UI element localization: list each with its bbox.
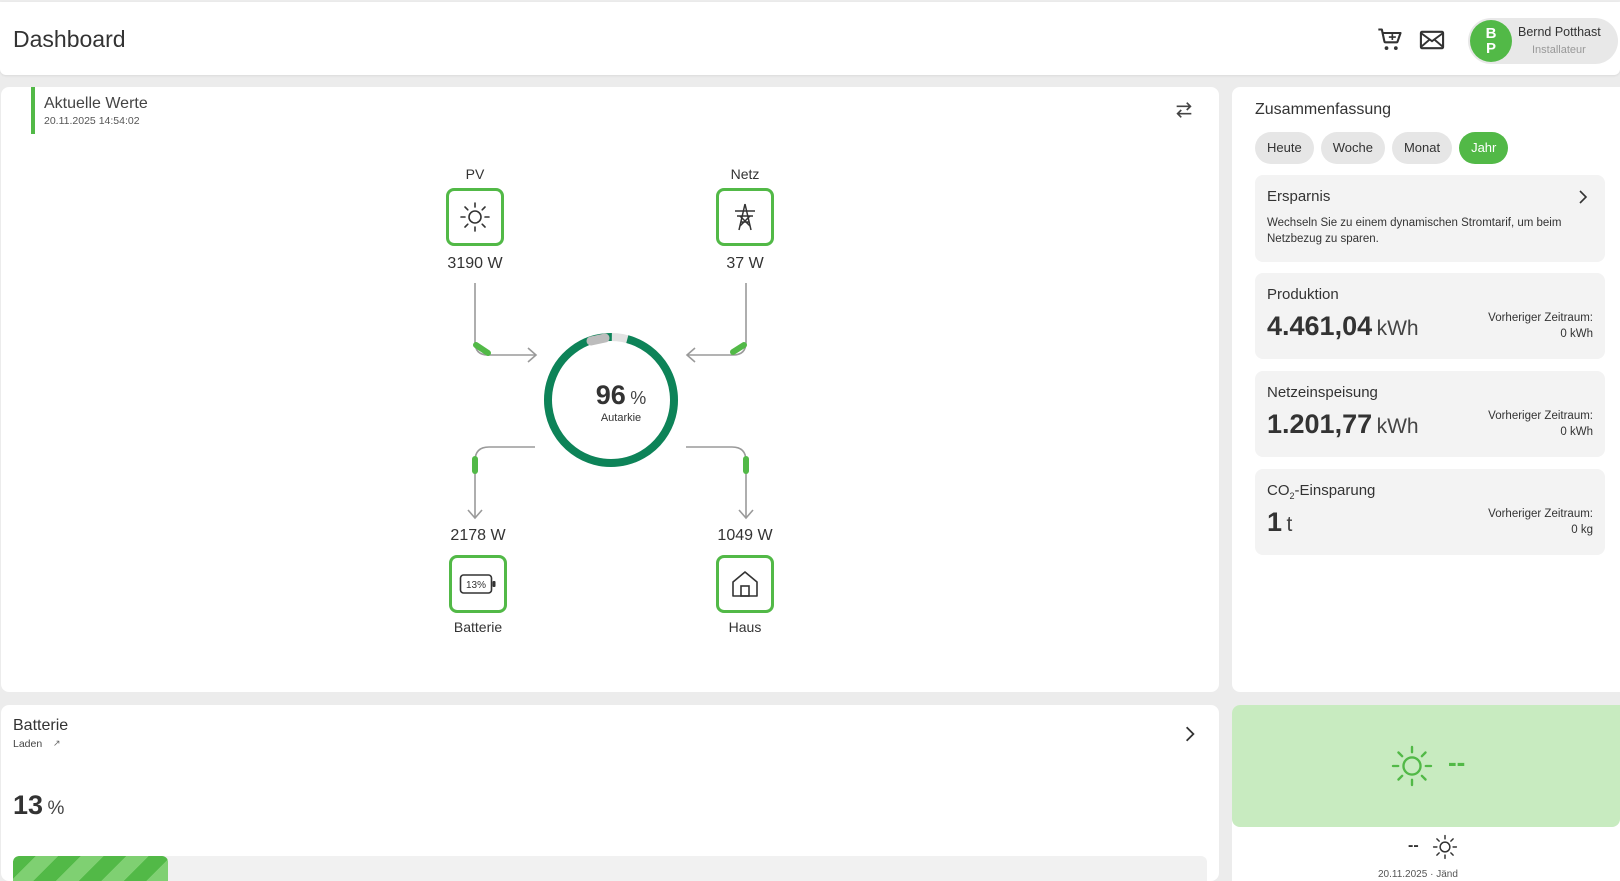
battery-card: Batterie Laden ↗ 13 %	[1, 705, 1219, 881]
summary-card: Zusammenfassung Heute Woche Monat Jahr E…	[1232, 87, 1620, 692]
arrow-up-right-icon: ↗	[53, 738, 61, 748]
sun-icon	[1391, 745, 1433, 787]
pv-label: PV	[465, 166, 485, 182]
flow-line-house	[686, 446, 747, 518]
grid-value: 37 W	[726, 255, 764, 272]
battery-percentage: 13 %	[13, 790, 64, 821]
sun-icon	[1432, 834, 1458, 860]
forecast-highlight: --	[1232, 705, 1620, 827]
production-card: Produktion 4.461,04 kWh Vorheriger Zeitr…	[1255, 273, 1605, 359]
mail-icon[interactable]	[1418, 26, 1446, 54]
house-icon	[732, 571, 758, 597]
production-previous: Vorheriger Zeitraum: 0 kWh	[1488, 310, 1593, 342]
savings-card[interactable]: Ersparnis Wechseln Sie zu einem dynamisc…	[1255, 175, 1605, 262]
user-name: Bernd Potthast	[1518, 25, 1601, 39]
grid-node[interactable]	[716, 188, 774, 246]
autarky-unit: %	[630, 388, 647, 408]
battery-icon-text: 13%	[466, 580, 486, 591]
co2-card: CO2-Einsparung 1 t Vorheriger Zeitraum: …	[1255, 469, 1605, 555]
battery-status: Laden	[13, 738, 43, 750]
avatar-initial-2: P	[1485, 40, 1496, 57]
savings-title: Ersparnis	[1267, 188, 1331, 205]
avatar: B P	[1470, 20, 1512, 62]
feed-in-previous: Vorheriger Zeitraum: 0 kWh	[1488, 408, 1593, 440]
production-prev-label: Vorheriger Zeitraum:	[1488, 312, 1593, 324]
avatar-initial-1: B	[1485, 25, 1497, 42]
power-tower-icon	[735, 203, 755, 231]
battery-number: 13	[13, 790, 44, 820]
feed-in-prev-label: Vorheriger Zeitraum:	[1488, 410, 1593, 422]
chevron-right-icon[interactable]	[1575, 189, 1591, 205]
forecast-date: 20.11.2025 · Jänd	[1378, 869, 1458, 880]
co2-unit: t	[1286, 513, 1293, 536]
forecast-secondary-value: --	[1408, 837, 1419, 854]
co2-title: CO2-Einsparung	[1267, 482, 1375, 501]
autarky-label: Autarkie	[600, 412, 642, 424]
co2-value: 1 t	[1267, 507, 1292, 538]
cart-icon[interactable]	[1376, 26, 1404, 54]
production-value: 4.461,04 kWh	[1267, 311, 1419, 342]
house-label: Haus	[728, 619, 762, 635]
co2-prev-value: 0 kg	[1571, 524, 1593, 536]
battery-flow-value: 2178 W	[450, 527, 506, 544]
pv-node[interactable]	[446, 188, 504, 246]
battery-icon: 13%	[459, 574, 496, 594]
current-values-card: Aktuelle Werte 20.11.2025 14:54:02 PV 31…	[1, 87, 1219, 692]
autarky-value: 96 %	[561, 380, 681, 411]
flow-line-pv	[474, 283, 536, 356]
feed-in-unit: kWh	[1376, 415, 1419, 438]
battery-flow-label: Batterie	[453, 619, 503, 635]
autarky-gauge-marker	[586, 333, 610, 346]
autarky-number: 96	[595, 380, 626, 410]
co2-prev-label: Vorheriger Zeitraum:	[1488, 508, 1593, 520]
period-selector: Heute Woche Monat Jahr	[1255, 132, 1509, 164]
forecast-value: --	[1448, 747, 1466, 777]
feed-in-title: Netzeinspeisung	[1267, 384, 1378, 401]
battery-level-bar	[13, 856, 1207, 881]
battery-level-fill	[13, 856, 169, 881]
user-menu[interactable]: B P Bernd Potthast Installateur	[1468, 18, 1618, 64]
sun-icon	[460, 202, 490, 232]
flow-line-battery	[474, 446, 535, 518]
forecast-card: -- -- 20.11.2025 · Jänd	[1232, 705, 1620, 881]
grid-label: Netz	[730, 166, 760, 182]
co2-number: 1	[1267, 507, 1283, 537]
co2-title-suffix: -Einsparung	[1294, 482, 1376, 499]
feed-in-value: 1.201,77 kWh	[1267, 409, 1419, 440]
house-value: 1049 W	[717, 527, 773, 544]
feed-in-number: 1.201,77	[1267, 409, 1373, 439]
flow-line-grid	[687, 283, 747, 356]
co2-title-prefix: CO	[1267, 482, 1290, 499]
user-role: Installateur	[1532, 44, 1586, 56]
savings-text: Wechseln Sie zu einem dynamischen Stromt…	[1267, 217, 1562, 245]
feed-in-card: Netzeinspeisung 1.201,77 kWh Vorheriger …	[1255, 371, 1605, 457]
period-chip-monat[interactable]: Monat	[1391, 132, 1453, 164]
production-prev-value: 0 kWh	[1560, 328, 1593, 340]
chevron-right-icon[interactable]	[1181, 725, 1199, 743]
production-title: Produktion	[1267, 286, 1339, 303]
feed-in-prev-value: 0 kWh	[1560, 426, 1593, 438]
period-chip-jahr[interactable]: Jahr	[1459, 132, 1509, 164]
production-number: 4.461,04	[1267, 311, 1373, 341]
house-node[interactable]	[716, 555, 774, 613]
top-bar: Dashboard B P Bernd Potthast Installateu…	[0, 2, 1620, 75]
co2-previous: Vorheriger Zeitraum: 0 kg	[1488, 506, 1593, 538]
period-chip-woche[interactable]: Woche	[1320, 132, 1385, 164]
battery-title: Batterie	[13, 717, 69, 734]
page-title: Dashboard	[13, 26, 126, 52]
pv-value: 3190 W	[447, 255, 503, 272]
summary-title: Zusammenfassung	[1255, 101, 1392, 118]
period-chip-heute[interactable]: Heute	[1255, 132, 1314, 164]
battery-node[interactable]: 13%	[449, 555, 507, 613]
production-unit: kWh	[1376, 317, 1419, 340]
battery-unit: %	[47, 798, 65, 819]
